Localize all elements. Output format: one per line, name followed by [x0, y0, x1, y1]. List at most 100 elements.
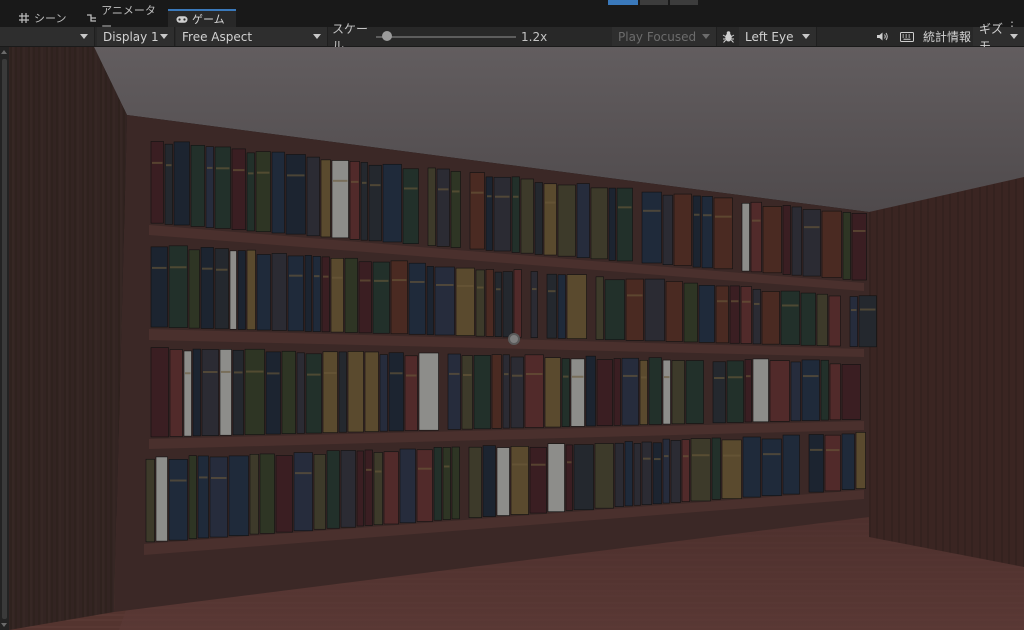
left-scrollbar[interactable]	[0, 47, 9, 630]
target-display-dropdown[interactable]	[0, 27, 95, 46]
book-band	[351, 180, 359, 183]
book-spine	[543, 183, 557, 256]
book-band	[366, 468, 372, 471]
book-spine	[761, 291, 780, 345]
book-spine	[590, 187, 608, 260]
book-band	[810, 448, 823, 451]
book-spine	[565, 444, 573, 511]
book-spine	[408, 262, 426, 335]
keyboard-icon[interactable]	[896, 27, 918, 46]
book-spine	[320, 159, 331, 238]
book-spine	[246, 249, 256, 331]
aspect-dropdown[interactable]: Free Aspect	[176, 27, 328, 46]
tab-animator[interactable]: アニメーター	[78, 4, 170, 33]
book-spine	[214, 248, 229, 330]
scroll-up-arrow[interactable]	[1, 50, 7, 54]
book-spine	[713, 197, 733, 270]
stats-button[interactable]: 統計情報	[922, 27, 972, 46]
book-spine	[673, 193, 692, 266]
bug-icon[interactable]	[718, 27, 738, 46]
book-spine	[782, 434, 800, 495]
tab-label: ゲーム	[192, 13, 225, 26]
book-spine	[205, 146, 214, 228]
book-band	[654, 458, 661, 461]
play-mode-dropdown[interactable]: Play Focused	[612, 27, 717, 46]
book-spine	[461, 355, 473, 430]
book-band	[641, 376, 647, 379]
book-band	[495, 195, 510, 198]
book-spine	[662, 438, 670, 504]
book-spine	[364, 449, 373, 526]
tab-scene[interactable]: シーン	[10, 9, 76, 27]
scale-slider[interactable]	[374, 27, 518, 46]
book-spine	[321, 256, 330, 333]
book-spine	[752, 358, 769, 423]
book-band	[715, 215, 732, 218]
book-spine	[436, 168, 450, 247]
book-spine	[801, 359, 820, 421]
book-spine	[842, 212, 851, 280]
book-spine	[513, 269, 522, 338]
book-spine	[155, 456, 168, 542]
book-spine	[360, 162, 368, 241]
book-band	[410, 280, 425, 283]
display-dropdown[interactable]: Display 1	[97, 27, 175, 46]
chevron-down-icon	[80, 34, 88, 39]
book-band	[742, 300, 751, 303]
book-spine	[306, 156, 320, 237]
book-spine	[502, 271, 513, 338]
book-spine	[851, 212, 867, 281]
book-spine	[271, 253, 287, 331]
book-spine	[150, 141, 164, 224]
center-reticle	[508, 333, 520, 345]
book-band	[487, 195, 492, 198]
book-band	[782, 304, 799, 307]
book-spine	[741, 202, 750, 272]
book-spine	[326, 450, 340, 529]
book-spine	[614, 442, 624, 507]
book-spine	[641, 441, 652, 505]
book-spine	[744, 359, 752, 423]
book-band	[362, 181, 367, 184]
book-spine	[547, 443, 565, 512]
gamepad-icon	[176, 13, 188, 25]
book-spine	[726, 360, 744, 423]
book-spine	[573, 444, 594, 511]
book-spine	[482, 445, 496, 517]
book-band	[166, 164, 172, 167]
book-spine	[625, 278, 644, 341]
book-spine	[275, 455, 293, 533]
book-spine	[231, 148, 246, 231]
tab-game[interactable]: ゲーム	[168, 9, 236, 27]
book-band	[623, 374, 638, 377]
book-spine	[372, 261, 390, 334]
gizmos-dropdown[interactable]: ギズモ	[973, 22, 1024, 53]
book-band	[216, 268, 228, 271]
book-band	[752, 219, 761, 222]
book-spine	[168, 245, 188, 328]
game-viewport[interactable]	[9, 47, 1024, 630]
speaker-icon[interactable]	[872, 27, 892, 46]
book-spine	[711, 437, 721, 500]
book-band	[563, 375, 569, 378]
book-band	[513, 195, 519, 198]
scrollbar-thumb[interactable]	[2, 59, 7, 619]
step-button[interactable]	[670, 0, 698, 5]
pause-button[interactable]	[640, 0, 668, 5]
book-band	[406, 374, 417, 377]
book-spine	[524, 354, 544, 428]
book-band	[728, 376, 743, 379]
scroll-down-arrow[interactable]	[1, 623, 7, 627]
book-spine	[596, 359, 613, 427]
slider-knob[interactable]	[382, 31, 393, 41]
book-spine	[188, 249, 200, 329]
play-button-highlight[interactable]	[608, 0, 638, 5]
book-spine	[340, 450, 356, 528]
book-band	[404, 187, 418, 190]
book-spine	[416, 449, 433, 522]
book-band	[233, 169, 245, 172]
book-spine	[244, 348, 265, 435]
book-band	[664, 376, 670, 379]
eye-dropdown[interactable]: Left Eye	[739, 27, 817, 46]
aspect-label: Free Aspect	[182, 29, 253, 44]
